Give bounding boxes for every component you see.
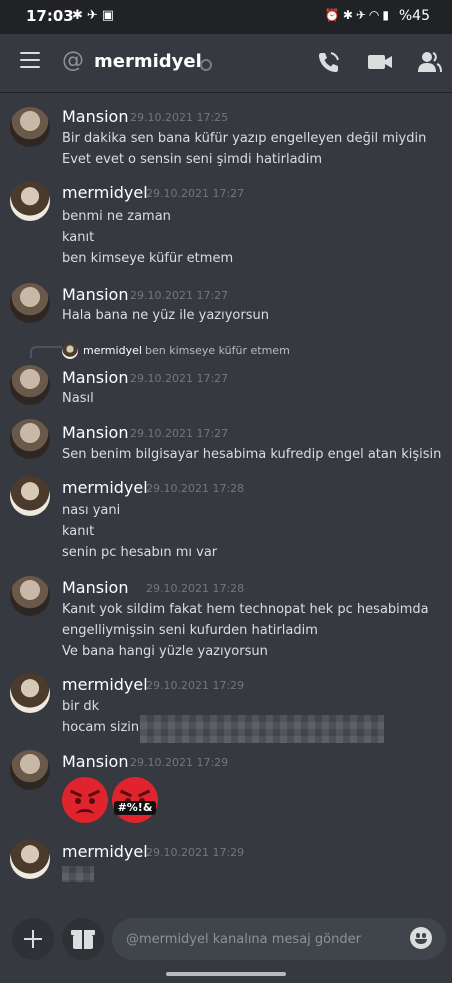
menu-icon[interactable] xyxy=(20,52,40,68)
message-author[interactable]: mermidyel xyxy=(62,478,148,497)
add-attachment-button[interactable] xyxy=(12,918,54,960)
message-timestamp: 29.10.2021 17:29 xyxy=(130,756,229,769)
message-line: benmi ne zaman xyxy=(62,209,171,224)
cursing-symbols: #%!& xyxy=(114,801,156,815)
offline-status-icon xyxy=(200,59,212,71)
message-line: Nasıl xyxy=(62,391,94,406)
message-line: Evet evet o sensin seni şimdi hatirladim xyxy=(62,152,323,167)
cursing-face-emoji[interactable]: #%!& xyxy=(112,777,158,823)
video-call-icon[interactable] xyxy=(367,50,393,74)
message-timestamp: 29.10.2021 17:27 xyxy=(130,289,229,302)
message-timestamp: 29.10.2021 17:29 xyxy=(146,679,245,692)
message-line: kanıt xyxy=(62,524,95,539)
members-icon[interactable] xyxy=(416,50,442,74)
avatar[interactable] xyxy=(10,283,50,323)
message-timestamp: 29.10.2021 17:25 xyxy=(130,111,229,124)
message-timestamp: 29.10.2021 17:29 xyxy=(146,846,245,859)
at-icon: @ xyxy=(62,48,84,73)
message-line: Sen benim bilgisayar hesabima kufredip e… xyxy=(62,447,442,462)
message-author[interactable]: Mansion xyxy=(62,107,128,126)
message-author[interactable]: Mansion xyxy=(62,423,128,442)
message-line: bir dk xyxy=(62,699,100,714)
redacted-text xyxy=(62,866,94,882)
reply-author[interactable]: mermidyel xyxy=(83,344,142,357)
message-timestamp: 29.10.2021 17:28 xyxy=(146,482,245,495)
battery-percent: %45 xyxy=(398,8,430,24)
message-line: hocam sizin a xyxy=(62,720,152,735)
angry-face-emoji[interactable] xyxy=(62,777,108,823)
message-line: nası yani xyxy=(62,503,121,518)
redacted-text xyxy=(140,715,384,743)
notification-icons: ✱✈▣ xyxy=(72,8,119,23)
message-timestamp: 29.10.2021 17:28 xyxy=(146,582,245,595)
message-line: ben kimseye küfür etmem xyxy=(62,251,234,266)
emoji-picker-icon[interactable] xyxy=(410,927,432,949)
message-line: kanıt xyxy=(62,230,95,245)
message-line: Hala bana ne yüz ile yazıyorsun xyxy=(62,308,269,323)
avatar[interactable] xyxy=(10,673,50,713)
avatar[interactable] xyxy=(10,476,50,516)
message-composer xyxy=(0,905,452,983)
message-author[interactable]: Mansion xyxy=(62,578,128,597)
reply-preview[interactable]: ben kimseye küfür etmem xyxy=(145,344,290,357)
home-indicator[interactable] xyxy=(166,972,286,976)
message-author[interactable]: Mansion xyxy=(62,752,128,771)
message-line: Kanıt yok sildim fakat hem technopat hek… xyxy=(62,602,429,617)
message-timestamp: 29.10.2021 17:27 xyxy=(146,187,245,200)
message-timestamp: 29.10.2021 17:27 xyxy=(130,372,229,385)
message-line: Ve bana hangi yüzle yazıyorsun xyxy=(62,644,268,659)
message-list: Mansion 29.10.2021 17:25 Bir dakika sen … xyxy=(0,93,452,905)
message-input[interactable] xyxy=(112,918,446,960)
avatar[interactable] xyxy=(10,576,50,616)
message-author[interactable]: mermidyel xyxy=(62,675,148,694)
message-author[interactable]: Mansion xyxy=(62,285,128,304)
message-timestamp: 29.10.2021 17:27 xyxy=(130,427,229,440)
message-line: senin pc hesabın mı var xyxy=(62,545,218,560)
message-author[interactable]: mermidyel xyxy=(62,842,148,861)
gift-button[interactable] xyxy=(62,918,104,960)
message-author[interactable]: mermidyel xyxy=(62,183,148,202)
voice-call-icon[interactable] xyxy=(316,50,342,74)
avatar[interactable] xyxy=(10,181,50,221)
avatar[interactable] xyxy=(10,365,50,405)
reply-avatar xyxy=(62,343,78,359)
channel-name: mermidyel xyxy=(94,51,202,72)
message-line: Bir dakika sen bana küfür yazıp engelley… xyxy=(62,131,427,146)
message-line: engelliymişsin seni kufurden hatirladim xyxy=(62,623,318,638)
system-icons: ⏰✱✈◠▮ xyxy=(324,8,392,22)
reply-connector xyxy=(30,346,62,358)
avatar[interactable] xyxy=(10,419,50,459)
avatar[interactable] xyxy=(10,839,50,879)
status-bar: 17:03 ✱✈▣ ⏰✱✈◠▮ %45 xyxy=(0,0,452,34)
avatar[interactable] xyxy=(10,750,50,790)
avatar[interactable] xyxy=(10,107,50,147)
channel-header: @ mermidyel xyxy=(0,34,452,93)
message-author[interactable]: Mansion xyxy=(62,368,128,387)
status-time: 17:03 xyxy=(26,7,74,25)
